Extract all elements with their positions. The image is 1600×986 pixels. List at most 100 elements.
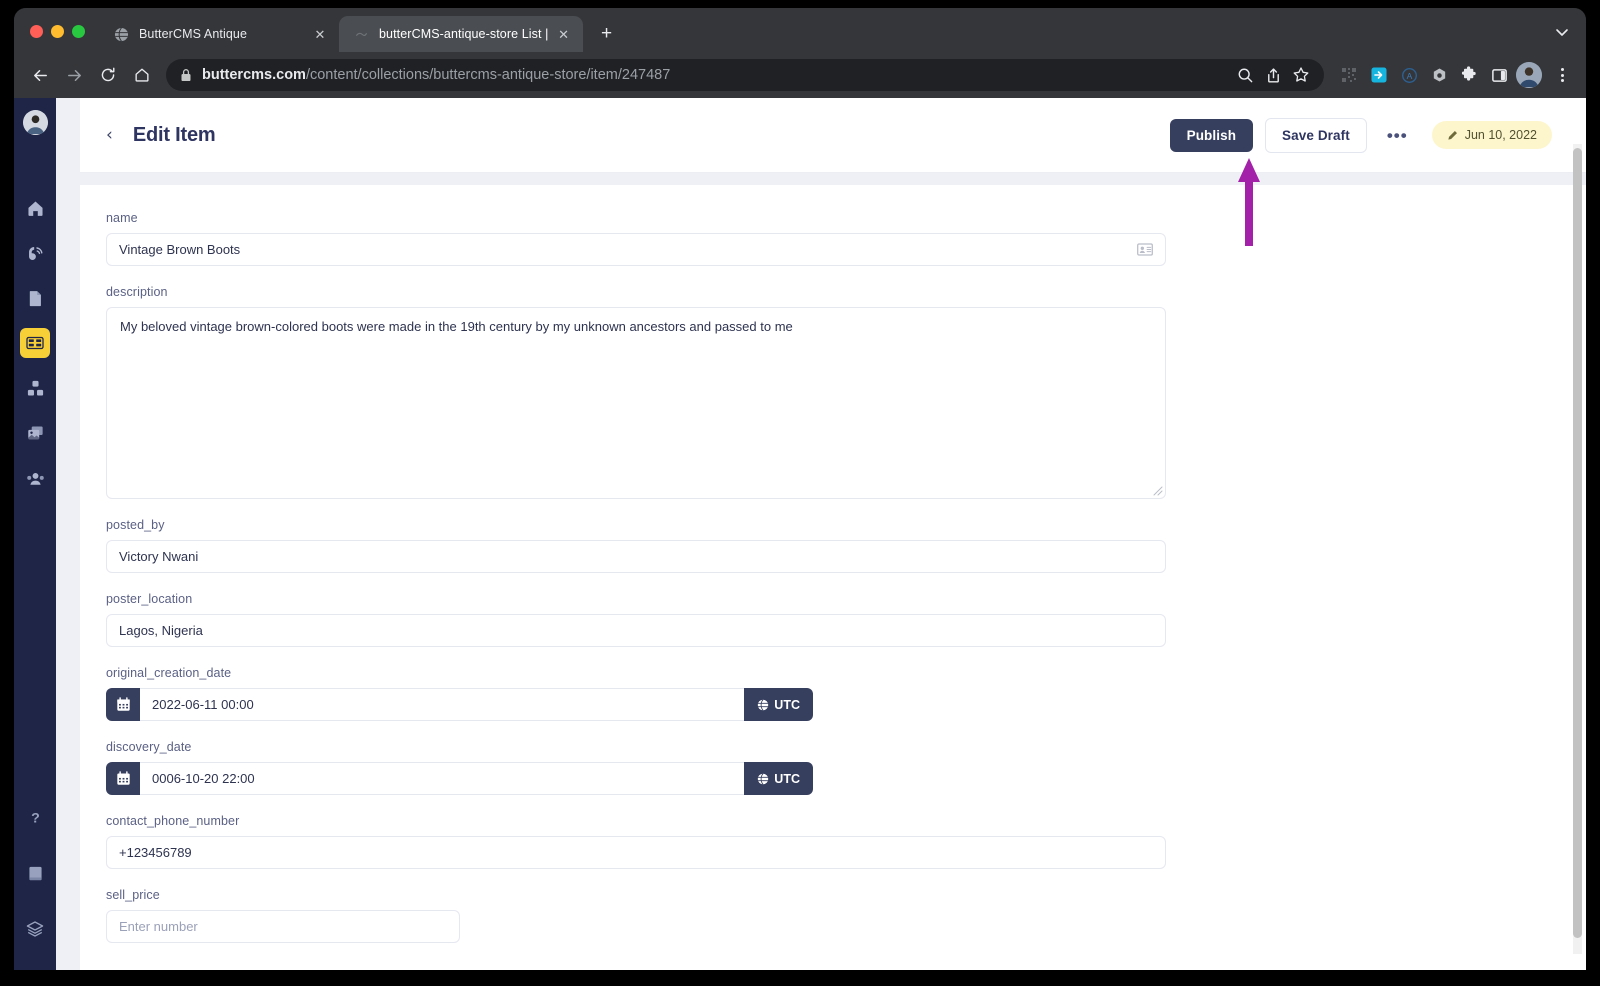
pencil-icon xyxy=(1448,130,1457,140)
blog-rss-icon xyxy=(28,246,42,260)
publish-button[interactable]: Publish xyxy=(1169,118,1254,152)
sell-price-input[interactable]: Enter number xyxy=(106,910,460,943)
user-avatar[interactable] xyxy=(22,110,48,135)
name-input[interactable]: Vintage Brown Boots xyxy=(106,233,1166,266)
collections-grid-icon xyxy=(26,336,44,350)
calendar-icon[interactable] xyxy=(106,762,140,795)
page-viewport: ? ‹ Edit Item Publish Save Draft ••• Jun… xyxy=(14,98,1586,970)
sidebar-item-stack[interactable] xyxy=(20,914,50,944)
profile-avatar[interactable] xyxy=(1516,62,1542,88)
tab-search-button[interactable] xyxy=(1554,24,1586,52)
timezone-button[interactable]: UTC xyxy=(744,688,813,721)
export-icon[interactable] xyxy=(1366,62,1392,88)
maximize-window-button[interactable] xyxy=(72,25,85,38)
svg-text:A: A xyxy=(1406,70,1412,80)
book-icon xyxy=(28,866,42,880)
original-creation-date-input[interactable]: 2022-06-11 00:00 xyxy=(140,688,745,721)
close-icon[interactable]: ✕ xyxy=(311,25,329,43)
close-icon[interactable]: ✕ xyxy=(555,25,573,43)
tab-title: ButterCMS Antique xyxy=(139,27,248,41)
kebab-menu-icon[interactable] xyxy=(1548,61,1576,89)
globe-icon xyxy=(758,698,769,711)
omnibox-actions xyxy=(1232,62,1314,88)
main-content: ‹ Edit Item Publish Save Draft ••• Jun 1… xyxy=(56,98,1586,970)
chevron-left-icon[interactable]: ‹ xyxy=(106,126,113,144)
side-panel-icon[interactable] xyxy=(1486,62,1512,88)
last-edited-date: Jun 10, 2022 xyxy=(1464,128,1537,142)
sidebar-item-media[interactable] xyxy=(20,418,50,448)
field-poster-location: poster_location Lagos, Nigeria xyxy=(106,592,1552,647)
sidebar-item-blog[interactable] xyxy=(20,238,50,268)
timezone-button[interactable]: UTC xyxy=(744,762,813,795)
reload-icon[interactable] xyxy=(92,59,124,91)
new-tab-button[interactable]: + xyxy=(593,20,621,48)
team-users-icon xyxy=(26,472,44,485)
grammarly-icon[interactable]: A xyxy=(1396,62,1422,88)
sidebar-item-pages[interactable] xyxy=(20,283,50,313)
forward-arrow-icon[interactable] xyxy=(58,59,90,91)
description-textarea[interactable]: My beloved vintage brown-colored boots w… xyxy=(106,307,1166,499)
sidebar-item-components[interactable] xyxy=(20,373,50,403)
home-icon[interactable] xyxy=(126,59,158,91)
input-value: 2022-06-11 00:00 xyxy=(152,697,254,712)
field-label: poster_location xyxy=(106,592,193,606)
contact-card-autofill-icon[interactable] xyxy=(1137,243,1153,256)
timezone-label: UTC xyxy=(774,697,800,712)
address-bar[interactable]: buttercms.com/content/collections/butter… xyxy=(166,59,1324,91)
minimize-window-button[interactable] xyxy=(51,25,64,38)
input-value: Vintage Brown Boots xyxy=(119,242,241,257)
sidebar-item-team[interactable] xyxy=(20,463,50,493)
field-name: name Vintage Brown Boots xyxy=(106,211,1552,266)
globe-icon xyxy=(758,772,769,785)
globe-icon xyxy=(113,26,129,42)
media-images-icon xyxy=(27,425,43,439)
page-header: ‹ Edit Item Publish Save Draft ••• Jun 1… xyxy=(80,98,1586,173)
chevron-down-icon xyxy=(1556,29,1568,36)
app-sidebar: ? xyxy=(14,98,56,970)
share-icon[interactable] xyxy=(1260,62,1286,88)
field-label: sell_price xyxy=(106,888,160,902)
poster-location-input[interactable]: Lagos, Nigeria xyxy=(106,614,1166,647)
field-posted-by: posted_by Victory Nwani xyxy=(106,518,1552,573)
sidebar-item-docs[interactable] xyxy=(20,858,50,888)
close-window-button[interactable] xyxy=(30,25,43,38)
field-label: original_creation_date xyxy=(106,666,232,680)
extension-icons: A xyxy=(1332,61,1576,89)
qr-code-icon[interactable] xyxy=(1336,62,1362,88)
components-blocks-icon xyxy=(27,380,43,396)
input-value: +123456789 xyxy=(119,845,192,860)
browser-tab-1[interactable]: ButterCMS Antique ✕ xyxy=(99,16,339,52)
sidebar-item-help[interactable]: ? xyxy=(20,802,50,832)
field-discovery-date: discovery_date 0006-10-20 22:00 UTC xyxy=(106,740,1552,795)
field-sell-price: sell_price Enter number xyxy=(106,888,1552,943)
field-label: description xyxy=(106,285,168,299)
input-placeholder: Enter number xyxy=(119,919,198,934)
bookmark-star-icon[interactable] xyxy=(1288,62,1314,88)
input-value: Lagos, Nigeria xyxy=(119,623,203,638)
input-value: 0006-10-20 22:00 xyxy=(152,771,255,786)
more-options-button[interactable]: ••• xyxy=(1375,127,1420,144)
textarea-value: My beloved vintage brown-colored boots w… xyxy=(120,319,793,334)
field-label: contact_phone_number xyxy=(106,814,240,828)
page-scrollbar-thumb[interactable] xyxy=(1573,148,1582,938)
nut-icon[interactable] xyxy=(1426,62,1452,88)
posted-by-input[interactable]: Victory Nwani xyxy=(106,540,1166,573)
sidebar-item-home[interactable] xyxy=(20,193,50,223)
discovery-date-input[interactable]: 0006-10-20 22:00 xyxy=(140,762,745,795)
lock-icon xyxy=(180,68,192,82)
field-contact-phone-number: contact_phone_number +123456789 xyxy=(106,814,1552,869)
save-draft-button[interactable]: Save Draft xyxy=(1265,117,1367,153)
search-icon[interactable] xyxy=(1232,62,1258,88)
browser-tab-2[interactable]: butterCMS-antique-store List | ✕ xyxy=(339,16,583,52)
original-creation-date-row: 2022-06-11 00:00 UTC xyxy=(106,688,813,721)
contact-phone-number-input[interactable]: +123456789 xyxy=(106,836,1166,869)
puzzle-extensions-icon[interactable] xyxy=(1456,62,1482,88)
sidebar-item-collections[interactable] xyxy=(20,328,50,358)
browser-toolbar: buttercms.com/content/collections/butter… xyxy=(14,52,1586,98)
back-arrow-icon[interactable] xyxy=(24,59,56,91)
calendar-icon[interactable] xyxy=(106,688,140,721)
input-value: Victory Nwani xyxy=(119,549,199,564)
field-label: posted_by xyxy=(106,518,165,532)
last-edited-badge[interactable]: Jun 10, 2022 xyxy=(1431,121,1552,149)
resize-grip-icon[interactable] xyxy=(1153,486,1163,496)
